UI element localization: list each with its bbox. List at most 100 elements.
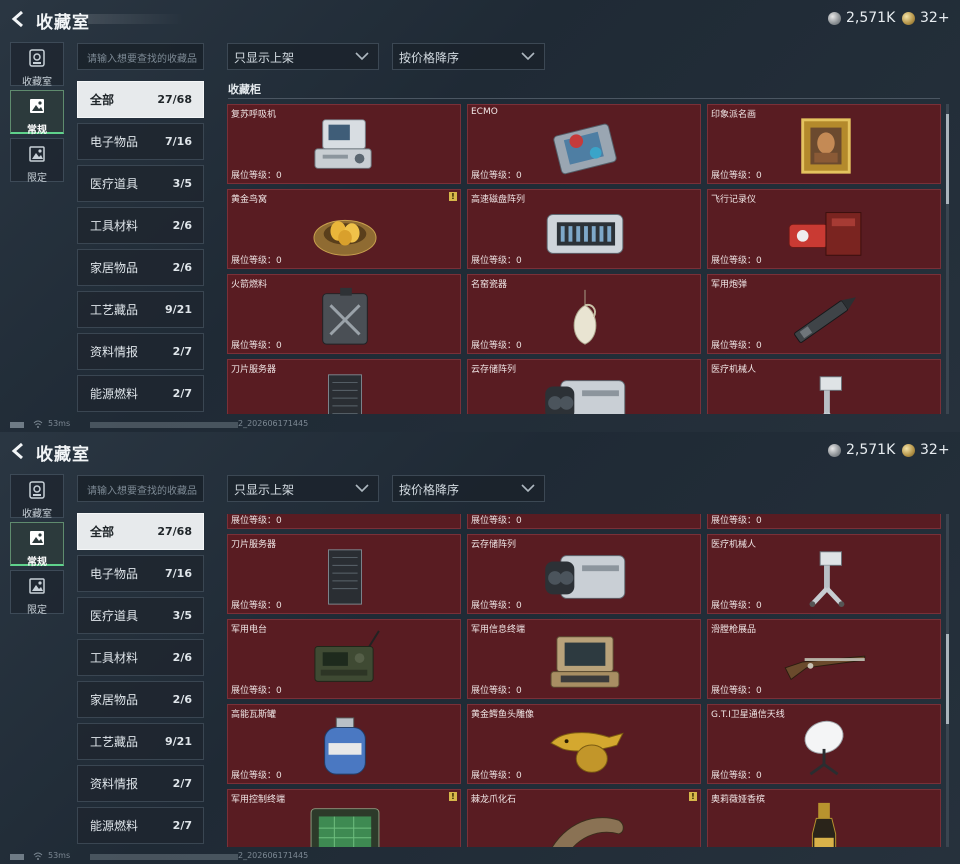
search-input[interactable]: 请输入想要查找的收藏品 xyxy=(77,43,204,70)
collection-card[interactable]: 刀片服务器展位等级：0 xyxy=(227,359,461,414)
collection-card[interactable]: G.T.I卫星通信天线 展位等级：0 xyxy=(707,704,941,784)
warning-icon: ! xyxy=(449,192,457,201)
mode-limited[interactable]: 限定 xyxy=(10,570,64,616)
category-item[interactable]: 能源燃料 2/7 xyxy=(77,375,204,412)
category-item[interactable]: 资料情报 2/7 xyxy=(77,333,204,370)
mode-limited[interactable]: 限定 xyxy=(10,138,64,184)
back-icon[interactable] xyxy=(8,9,28,29)
silver-amount: 2,571K xyxy=(846,442,896,458)
category-count: 7/16 xyxy=(165,567,192,580)
category-item[interactable]: 医疗道具 3/5 xyxy=(77,597,204,634)
sort-order-dropdown[interactable]: 按价格降序 xyxy=(392,475,545,502)
category-item[interactable]: 工具材料 2/6 xyxy=(77,207,204,244)
item-name: 印象派名画 xyxy=(711,110,757,120)
category-item[interactable]: 全部 27/68 xyxy=(77,81,204,118)
display-level: 展位等级：0 xyxy=(471,341,522,351)
item-image xyxy=(540,284,630,348)
category-count: 2/6 xyxy=(172,261,192,274)
collection-card[interactable]: 云存储阵列展位等级：0 xyxy=(467,534,701,614)
display-level: 展位等级：0 xyxy=(231,171,282,181)
item-name: 飞行记录仪 xyxy=(711,195,757,205)
collection-card[interactable]: 黄金鸟窝! 展位等级：0 xyxy=(227,189,461,269)
silver-amount: 2,571K xyxy=(846,10,896,26)
section-title: 收藏柜 xyxy=(228,83,261,96)
item-name: 火箭燃料 xyxy=(231,280,268,290)
display-level: 展位等级：0 xyxy=(231,256,282,266)
disk-array-icon xyxy=(546,214,624,254)
collection-card[interactable]: 印象派名画 展位等级：0 xyxy=(707,104,941,184)
item-image xyxy=(300,544,390,608)
collection-card[interactable]: 军用信息终端 展位等级：0 xyxy=(467,619,701,699)
collection-card[interactable]: 云存储阵列展位等级：0 xyxy=(467,359,701,414)
sort-order-dropdown[interactable]: 按价格降序 xyxy=(392,43,545,70)
collection-card[interactable]: 医疗机械人展位等级：0 xyxy=(707,534,941,614)
category-label: 医疗道具 xyxy=(90,177,139,191)
sort-order-value: 按价格降序 xyxy=(399,51,460,65)
collection-card[interactable]: ECMO 展位等级：0 xyxy=(467,104,701,184)
gold-currency[interactable]: 32+ xyxy=(902,442,950,458)
collection-card[interactable]: 展位等级：0 xyxy=(227,514,461,529)
category-item[interactable]: 全部 27/68 xyxy=(77,513,204,550)
category-label: 全部 xyxy=(90,93,115,107)
collection-card[interactable]: 展位等级：0 xyxy=(467,514,701,529)
uid-redacted xyxy=(90,422,238,428)
category-item[interactable]: 工艺藏品 9/21 xyxy=(77,723,204,760)
collection-card[interactable]: 名窑瓷器 展位等级：0 xyxy=(467,274,701,354)
title-decoration xyxy=(88,14,184,24)
category-item[interactable]: 电子物品 7/16 xyxy=(77,123,204,160)
medical-robot-icon xyxy=(809,551,845,608)
cloud-storage-icon xyxy=(545,380,626,414)
category-label: 工艺藏品 xyxy=(90,303,139,317)
back-icon[interactable] xyxy=(8,441,28,461)
collection-card[interactable]: 飞行记录仪 展位等级：0 xyxy=(707,189,941,269)
gold-croc-statue-icon xyxy=(550,732,624,773)
scrollbar-thumb[interactable] xyxy=(946,634,949,724)
collection-card[interactable]: 军用炮弹 展位等级：0 xyxy=(707,274,941,354)
item-name: 奥莉薇娅香槟 xyxy=(711,795,766,805)
category-label: 工具材料 xyxy=(90,219,139,233)
display-filter-dropdown[interactable]: 只显示上架 xyxy=(227,475,379,502)
item-image xyxy=(780,114,870,178)
category-count: 3/5 xyxy=(172,177,192,190)
scrollbar-thumb[interactable] xyxy=(946,114,949,204)
item-image xyxy=(300,369,390,414)
category-item[interactable]: 资料情报 2/7 xyxy=(77,765,204,802)
category-item[interactable]: 工具材料 2/6 xyxy=(77,639,204,676)
mode-regular[interactable]: 常规 xyxy=(10,522,64,568)
display-level: 展位等级：0 xyxy=(231,686,282,696)
search-input[interactable]: 请输入想要查找的收藏品 xyxy=(77,475,204,502)
display-filter-dropdown[interactable]: 只显示上架 xyxy=(227,43,379,70)
category-item[interactable]: 家居物品 2/6 xyxy=(77,249,204,286)
category-count: 2/6 xyxy=(172,693,192,706)
collection-card[interactable]: 棘龙爪化石!展位等级：0 xyxy=(467,789,701,847)
satellite-dish-icon xyxy=(804,720,844,776)
category-item[interactable]: 工艺藏品 9/21 xyxy=(77,291,204,328)
collection-card[interactable]: 奥莉薇娅香槟展位等级：0 xyxy=(707,789,941,847)
collection-card[interactable]: 火箭燃料 展位等级：0 xyxy=(227,274,461,354)
collection-card[interactable]: 刀片服务器展位等级：0 xyxy=(227,534,461,614)
collection-card[interactable]: 滑膛枪展品 展位等级：0 xyxy=(707,619,941,699)
mode-collection-room[interactable]: 收藏室 xyxy=(10,42,64,88)
collection-card[interactable]: 黄金鳄鱼头雕像 展位等级：0 xyxy=(467,704,701,784)
collection-card[interactable]: 复苏呼吸机 展位等级：0 xyxy=(227,104,461,184)
collection-card[interactable]: 高速磁盘阵列 展位等级：0 xyxy=(467,189,701,269)
image-icon xyxy=(30,531,44,545)
collection-card[interactable]: 军用电台 展位等级：0 xyxy=(227,619,461,699)
item-name: 黄金鸟窝 xyxy=(231,195,268,205)
collection-card[interactable]: 军用控制终端!展位等级：0 xyxy=(227,789,461,847)
category-item[interactable]: 医疗道具 3/5 xyxy=(77,165,204,202)
gold-amount: 32+ xyxy=(920,10,950,26)
category-item[interactable]: 电子物品 7/16 xyxy=(77,555,204,592)
gold-currency[interactable]: 32+ xyxy=(902,10,950,26)
collection-card[interactable]: 高能瓦斯罐 展位等级：0 xyxy=(227,704,461,784)
mode-regular[interactable]: 常规 xyxy=(10,90,64,136)
collection-card[interactable]: 展位等级：0 xyxy=(707,514,941,529)
category-item[interactable]: 家居物品 2/6 xyxy=(77,681,204,718)
collection-card[interactable]: 医疗机械人展位等级：0 xyxy=(707,359,941,414)
item-image xyxy=(300,799,390,847)
mode-collection-room[interactable]: 收藏室 xyxy=(10,474,64,520)
mode-label: 收藏室 xyxy=(22,77,52,88)
category-item[interactable]: 能源燃料 2/7 xyxy=(77,807,204,844)
chevron-down-icon xyxy=(355,52,369,61)
category-count: 27/68 xyxy=(157,525,192,538)
